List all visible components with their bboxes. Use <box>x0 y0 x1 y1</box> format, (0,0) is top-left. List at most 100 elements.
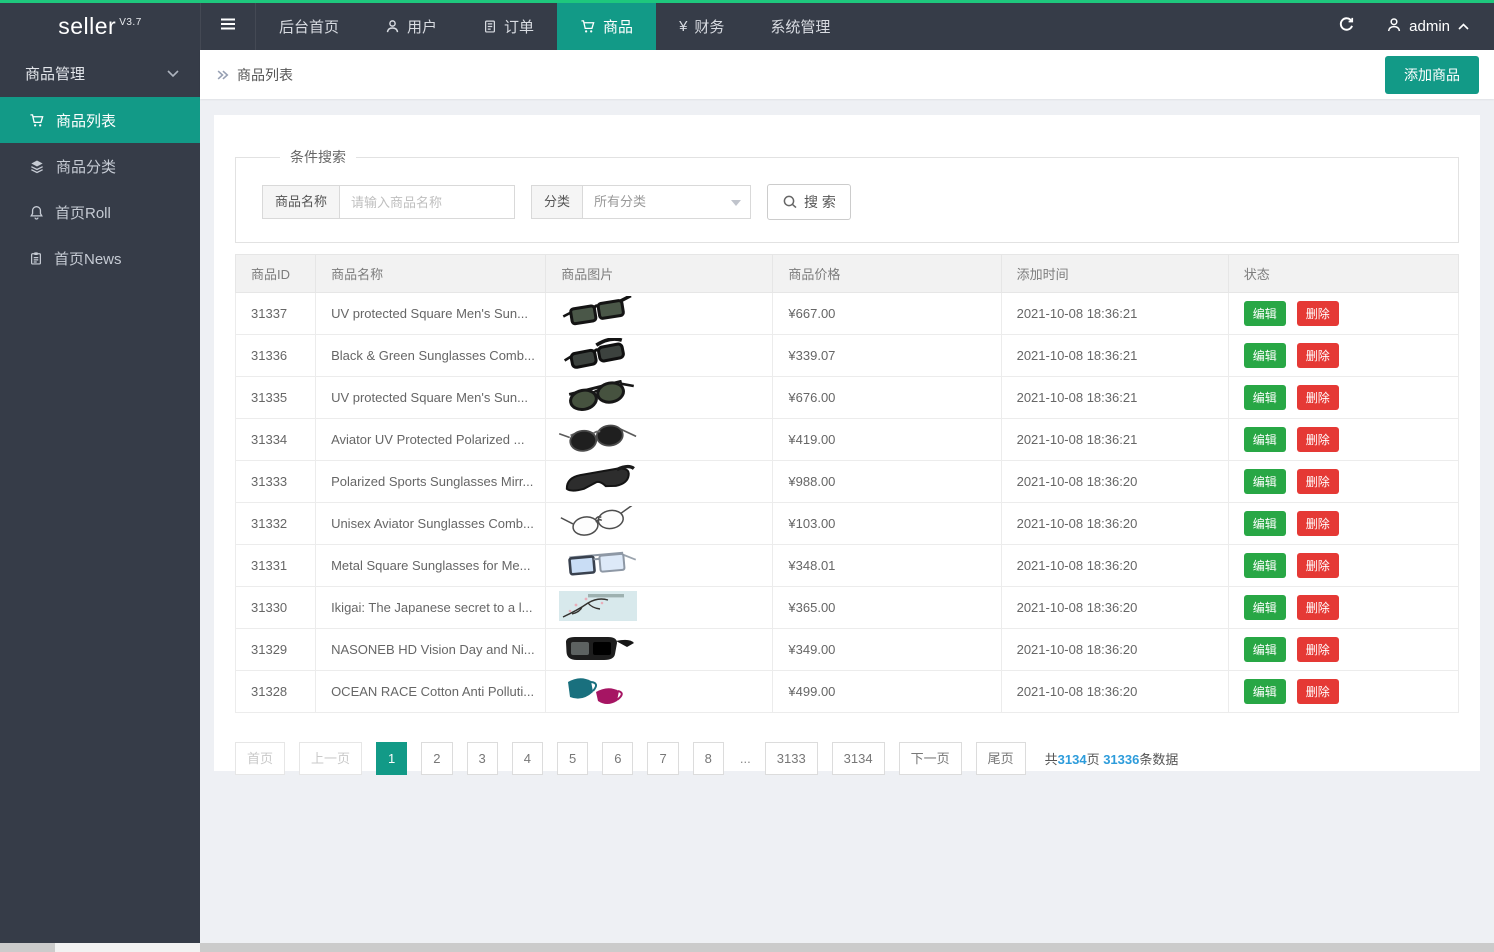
cell-actions: 编辑 删除 <box>1227 670 1460 713</box>
delete-button[interactable]: 删除 <box>1296 301 1339 326</box>
cell-product-price: ¥676.00 <box>772 376 1002 419</box>
search-button-label: 搜 索 <box>804 194 836 210</box>
table-row: 31335 UV protected Square Men's Sun... ¥67… <box>234 376 1460 419</box>
cell-product-image <box>545 544 774 587</box>
category-selected-value: 所有分类 <box>594 194 647 209</box>
cart-icon <box>580 19 596 34</box>
sunglasses-square-green-image <box>558 296 638 328</box>
chevron-up-icon <box>1457 18 1470 35</box>
cell-product-id: 31333 <box>234 460 317 503</box>
cell-product-image <box>545 334 774 377</box>
cell-product-id: 31329 <box>234 628 317 671</box>
cell-product-id: 31334 <box>234 418 317 461</box>
sidebar-item-label: 首页Roll <box>55 204 111 222</box>
cell-actions: 编辑 删除 <box>1227 460 1460 503</box>
sidebar-item-商品分类[interactable]: 商品分类 <box>0 143 200 189</box>
cell-product-price: ¥349.00 <box>772 628 1002 671</box>
sunglasses-aviator-metal-image <box>558 422 638 454</box>
sidebar-group-product-management[interactable]: 商品管理 <box>0 50 200 97</box>
top-navbar: seller V3.7 后台首页 用户 订单 商品 ¥ 财务 系统管理 admin <box>0 0 1494 50</box>
search-panel: 条件搜索 商品名称 分类 所有分类 <box>235 147 1459 243</box>
column-header-商品ID: 商品ID <box>234 254 317 293</box>
main-menu: 后台首页 用户 订单 商品 ¥ 财务 系统管理 <box>256 3 853 50</box>
cell-product-image <box>545 460 774 503</box>
nav-item-后台首页[interactable]: 后台首页 <box>256 3 362 50</box>
cell-product-image <box>545 670 774 713</box>
page-button-4[interactable]: 4 <box>511 742 543 775</box>
delete-button[interactable]: 删除 <box>1296 343 1339 368</box>
cell-added-time: 2021-10-08 18:36:20 <box>1000 460 1229 503</box>
user-menu[interactable]: admin <box>1372 3 1494 50</box>
refresh-button[interactable] <box>1320 3 1372 50</box>
order-icon <box>483 19 497 34</box>
delete-button[interactable]: 删除 <box>1296 427 1339 452</box>
edit-button[interactable]: 编辑 <box>1243 511 1286 536</box>
sidebar-item-首页Roll[interactable]: 首页Roll <box>0 189 200 235</box>
column-header-商品名称: 商品名称 <box>315 254 547 293</box>
column-header-添加时间: 添加时间 <box>1000 254 1229 293</box>
cell-product-image <box>545 502 774 545</box>
sidebar-item-商品列表[interactable]: 商品列表 <box>0 97 200 143</box>
page-button-3134[interactable]: 3134 <box>831 742 885 775</box>
cell-product-name: Aviator UV Protected Polarized ... <box>315 418 547 461</box>
nav-item-系统管理[interactable]: 系统管理 <box>747 3 853 50</box>
search-button[interactable]: 搜 索 <box>767 184 851 220</box>
page-button-5[interactable]: 5 <box>556 742 589 775</box>
sidebar-item-label: 首页News <box>54 250 122 268</box>
page-button-下一页[interactable]: 下一页 <box>898 742 962 775</box>
page-button-3[interactable]: 3 <box>466 742 498 775</box>
delete-button[interactable]: 删除 <box>1296 595 1339 620</box>
add-product-button[interactable]: 添加商品 <box>1385 55 1479 94</box>
delete-button[interactable]: 删除 <box>1296 469 1339 494</box>
delete-button[interactable]: 删除 <box>1296 679 1339 704</box>
cell-product-id: 31336 <box>234 334 317 377</box>
cell-actions: 编辑 删除 <box>1227 502 1460 545</box>
edit-button[interactable]: 编辑 <box>1243 427 1286 452</box>
cell-product-price: ¥419.00 <box>772 418 1002 461</box>
search-icon <box>782 194 798 210</box>
column-header-商品价格: 商品价格 <box>772 254 1002 293</box>
username: admin <box>1409 18 1450 35</box>
page-button-尾页[interactable]: 尾页 <box>975 742 1026 775</box>
delete-button[interactable]: 删除 <box>1296 511 1339 536</box>
nav-item-用户[interactable]: 用户 <box>362 3 460 50</box>
nav-item-财务[interactable]: ¥ 财务 <box>656 3 747 50</box>
edit-button[interactable]: 编辑 <box>1243 595 1286 620</box>
page-button-2[interactable]: 2 <box>421 742 453 775</box>
cart-icon <box>29 113 45 128</box>
delete-button[interactable]: 删除 <box>1296 637 1339 662</box>
main-area: 商品列表 添加商品 条件搜索 商品名称 分类 所有分类 <box>200 50 1494 943</box>
edit-button[interactable]: 编辑 <box>1243 637 1286 662</box>
nav-item-订单[interactable]: 订单 <box>460 3 557 50</box>
sidebar-item-首页News[interactable]: 首页News <box>0 235 200 281</box>
nav-item-商品[interactable]: 商品 <box>557 3 657 50</box>
edit-button[interactable]: 编辑 <box>1243 553 1286 578</box>
brand-logo[interactable]: seller V3.7 <box>0 3 200 50</box>
table-row: 31334 Aviator UV Protected Polarized ... ¥… <box>234 418 1460 461</box>
edit-button[interactable]: 编辑 <box>1243 301 1286 326</box>
cell-actions: 编辑 删除 <box>1227 334 1460 377</box>
edit-button[interactable]: 编辑 <box>1243 385 1286 410</box>
page-button-8[interactable]: 8 <box>692 742 724 775</box>
edit-button[interactable]: 编辑 <box>1243 469 1286 494</box>
cell-product-name: UV protected Square Men's Sun... <box>315 292 547 335</box>
cell-product-name: Polarized Sports Sunglasses Mirr... <box>315 460 547 503</box>
cell-product-name: Black & Green Sunglasses Comb... <box>315 334 547 377</box>
page-button-7[interactable]: 7 <box>647 742 679 775</box>
edit-button[interactable]: 编辑 <box>1243 679 1286 704</box>
scrollbar-thumb[interactable] <box>55 943 200 952</box>
cell-product-id: 31335 <box>234 376 317 419</box>
sidebar-toggle-button[interactable] <box>200 3 256 50</box>
page-button-1[interactable]: 1 <box>376 742 408 775</box>
category-select[interactable]: 所有分类 <box>583 185 752 219</box>
edit-button[interactable]: 编辑 <box>1243 343 1286 368</box>
page-button-6[interactable]: 6 <box>602 742 634 775</box>
delete-button[interactable]: 删除 <box>1296 553 1339 578</box>
sunglasses-sport-black-image <box>558 464 638 496</box>
pagination: 首页 上一页 1 2 3 4 5 6 7 8... 3133 3134 下一页 尾页 共3134页 3133… <box>235 742 1459 775</box>
product-name-input[interactable] <box>340 185 516 219</box>
horizontal-scrollbar[interactable] <box>0 943 1494 952</box>
delete-button[interactable]: 删除 <box>1296 385 1339 410</box>
cell-added-time: 2021-10-08 18:36:20 <box>1000 586 1229 629</box>
page-button-3133[interactable]: 3133 <box>764 742 818 775</box>
